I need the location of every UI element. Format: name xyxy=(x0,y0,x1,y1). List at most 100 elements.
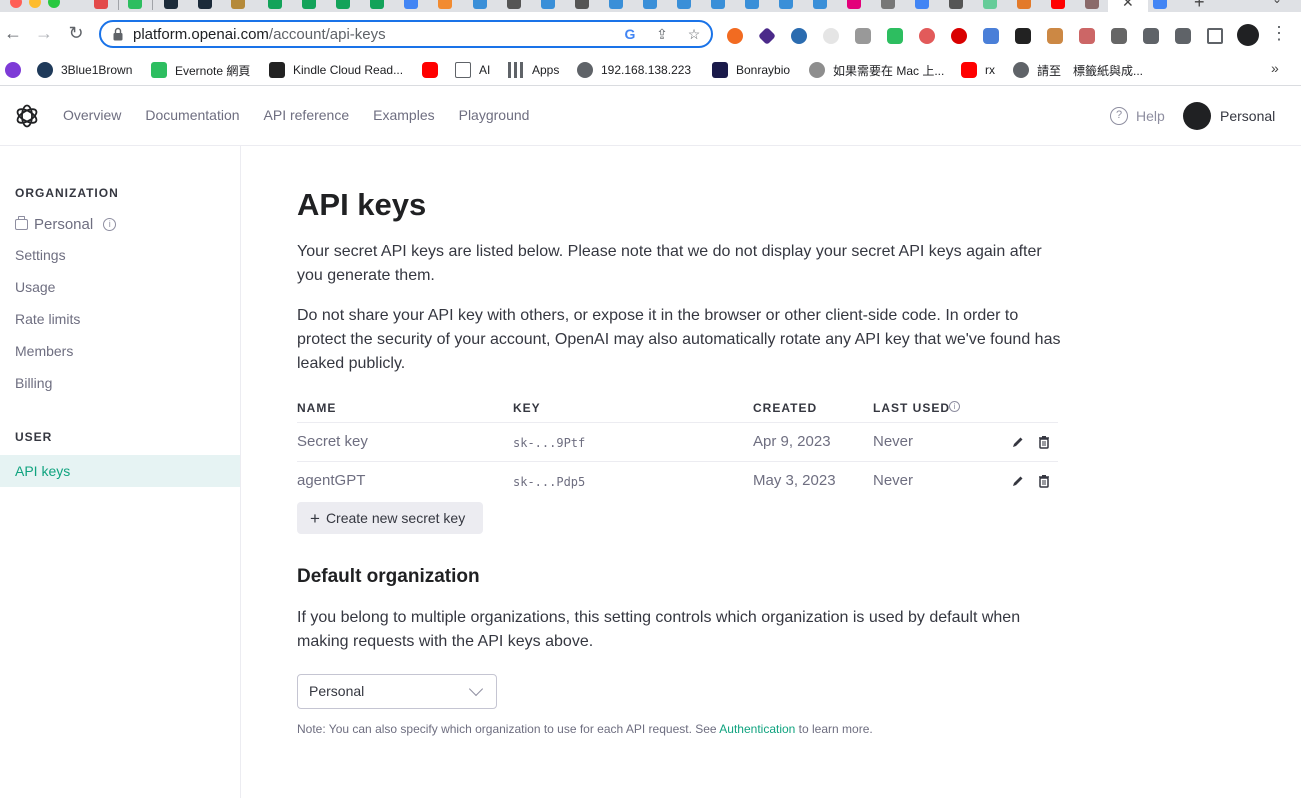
media-control-icon[interactable] xyxy=(1175,28,1191,44)
new-tab-icon[interactable]: + xyxy=(1194,0,1205,12)
sidebar-item-api-keys[interactable]: API keys xyxy=(0,455,240,487)
tab-favicon[interactable] xyxy=(575,0,589,9)
address-bar[interactable]: platform.openai.com/account/api-keys G ⇪… xyxy=(99,20,713,48)
tab-favicon[interactable] xyxy=(541,0,555,9)
bookmark-folder[interactable]: AI xyxy=(455,60,490,80)
tab-favicon[interactable] xyxy=(231,0,245,9)
sidebar-item-members[interactable]: Members xyxy=(15,343,73,359)
tab-favicon[interactable] xyxy=(915,0,929,9)
bookmark-item[interactable]: Evernote 網頁 xyxy=(151,60,250,80)
tab-favicon[interactable] xyxy=(949,0,963,9)
tab-favicon[interactable] xyxy=(268,0,282,9)
bookmark-item[interactable]: Bonraybio xyxy=(712,60,790,80)
puzzle-extensions-icon[interactable] xyxy=(1143,28,1159,44)
delete-trash-icon[interactable] xyxy=(1037,435,1051,449)
nav-playground[interactable]: Playground xyxy=(459,107,530,123)
tab-favicon[interactable] xyxy=(198,0,212,9)
last-used-info-icon[interactable]: i xyxy=(949,401,960,412)
extension-icon[interactable] xyxy=(1015,28,1031,44)
sidebar-item-billing[interactable]: Billing xyxy=(15,375,52,391)
tab-favicon[interactable] xyxy=(779,0,793,9)
edit-pencil-icon[interactable] xyxy=(1011,435,1025,449)
tab-favicon[interactable] xyxy=(609,0,623,9)
openai-logo-icon[interactable] xyxy=(14,103,40,129)
tab-favicon[interactable] xyxy=(881,0,895,9)
profile-avatar-icon[interactable] xyxy=(1237,24,1259,46)
tab-favicon[interactable] xyxy=(404,0,418,9)
extension-icon[interactable] xyxy=(727,28,743,44)
bookmark-item[interactable]: Kindle Cloud Read... xyxy=(269,60,403,80)
extension-icon[interactable] xyxy=(823,28,839,44)
google-icon[interactable]: G xyxy=(621,25,639,43)
sidebar-item-settings[interactable]: Settings xyxy=(15,247,66,263)
bookmark-item[interactable] xyxy=(5,60,29,80)
tab-search-chevron-icon[interactable]: ⌄ xyxy=(1272,0,1282,6)
bookmark-item[interactable]: Apps xyxy=(508,60,559,80)
evernote-extension-icon[interactable] xyxy=(887,28,903,44)
minimize-window-button[interactable] xyxy=(29,0,41,8)
tab-favicon[interactable] xyxy=(302,0,316,9)
tab-favicon[interactable] xyxy=(336,0,350,9)
tab-favicon[interactable] xyxy=(1153,0,1167,9)
bookmark-star-icon[interactable]: ☆ xyxy=(685,25,703,43)
tab-favicon[interactable] xyxy=(370,0,384,9)
extension-icon[interactable] xyxy=(919,28,935,44)
tab-favicon[interactable] xyxy=(438,0,452,9)
nav-documentation[interactable]: Documentation xyxy=(145,107,239,123)
extension-icon[interactable] xyxy=(1047,28,1063,44)
delete-trash-icon[interactable] xyxy=(1037,474,1051,488)
tab-favicon[interactable] xyxy=(1051,0,1065,9)
bookmarks-overflow-icon[interactable]: » xyxy=(1271,60,1279,76)
account-menu[interactable]: Personal xyxy=(1183,102,1275,130)
tab-favicon[interactable] xyxy=(164,0,178,9)
tab-favicon[interactable] xyxy=(643,0,657,9)
create-new-secret-key-button[interactable]: + Create new secret key xyxy=(297,502,483,534)
bookmark-item[interactable]: 如果需要在 Mac 上... xyxy=(809,60,944,80)
close-tab-icon[interactable]: ✕ xyxy=(1122,0,1134,11)
share-icon[interactable]: ⇪ xyxy=(653,25,671,43)
extension-icon[interactable] xyxy=(791,28,807,44)
sidebar-item-usage[interactable]: Usage xyxy=(15,279,55,295)
tab-favicon[interactable] xyxy=(745,0,759,9)
forward-arrow-icon[interactable]: → xyxy=(33,21,55,45)
bookmark-item[interactable]: 請至 xyxy=(1013,60,1061,80)
default-organization-select[interactable]: Personal xyxy=(297,674,497,709)
browser-menu-icon[interactable]: ⋮ xyxy=(1268,21,1290,45)
tab-favicon[interactable] xyxy=(128,0,142,9)
tab-favicon[interactable] xyxy=(94,0,108,9)
tab-favicon[interactable] xyxy=(983,0,997,9)
bookmark-item[interactable]: 標籤紙與成... xyxy=(1073,60,1143,80)
bookmark-item[interactable]: 3Blue1Brown xyxy=(37,60,132,80)
qr-extension-icon[interactable] xyxy=(1111,28,1127,44)
tab-favicon[interactable] xyxy=(507,0,521,9)
translate-extension-icon[interactable] xyxy=(983,28,999,44)
extension-icon[interactable] xyxy=(757,26,777,46)
nav-api-reference[interactable]: API reference xyxy=(264,107,350,123)
tab-favicon[interactable] xyxy=(677,0,691,9)
info-icon[interactable]: i xyxy=(103,218,117,231)
extension-icon[interactable] xyxy=(951,28,967,44)
extension-icon[interactable] xyxy=(1079,28,1095,44)
bookmark-item[interactable]: 192.168.138.223 xyxy=(577,60,691,80)
authentication-link[interactable]: Authentication xyxy=(719,722,795,736)
back-arrow-icon[interactable]: ← xyxy=(2,21,24,45)
tab-favicon[interactable] xyxy=(847,0,861,9)
tab-favicon[interactable] xyxy=(473,0,487,9)
maximize-window-button[interactable] xyxy=(48,0,60,8)
side-panel-icon[interactable] xyxy=(1207,28,1223,44)
tab-favicon[interactable] xyxy=(1017,0,1031,9)
sidebar-item-rate-limits[interactable]: Rate limits xyxy=(15,311,80,327)
extension-icon[interactable] xyxy=(855,28,871,44)
nav-examples[interactable]: Examples xyxy=(373,107,434,123)
close-window-button[interactable] xyxy=(10,0,22,8)
help-button[interactable]: ? Help xyxy=(1110,107,1165,125)
tab-favicon[interactable] xyxy=(1085,0,1099,9)
edit-pencil-icon[interactable] xyxy=(1011,474,1025,488)
bookmark-item[interactable] xyxy=(422,60,446,80)
reload-icon[interactable]: ↻ xyxy=(65,21,87,45)
tab-favicon[interactable] xyxy=(711,0,725,9)
tab-favicon[interactable] xyxy=(813,0,827,9)
nav-overview[interactable]: Overview xyxy=(63,107,121,123)
bookmark-item[interactable]: rx xyxy=(961,60,995,80)
sidebar-org-name[interactable]: Personal i xyxy=(15,216,117,233)
